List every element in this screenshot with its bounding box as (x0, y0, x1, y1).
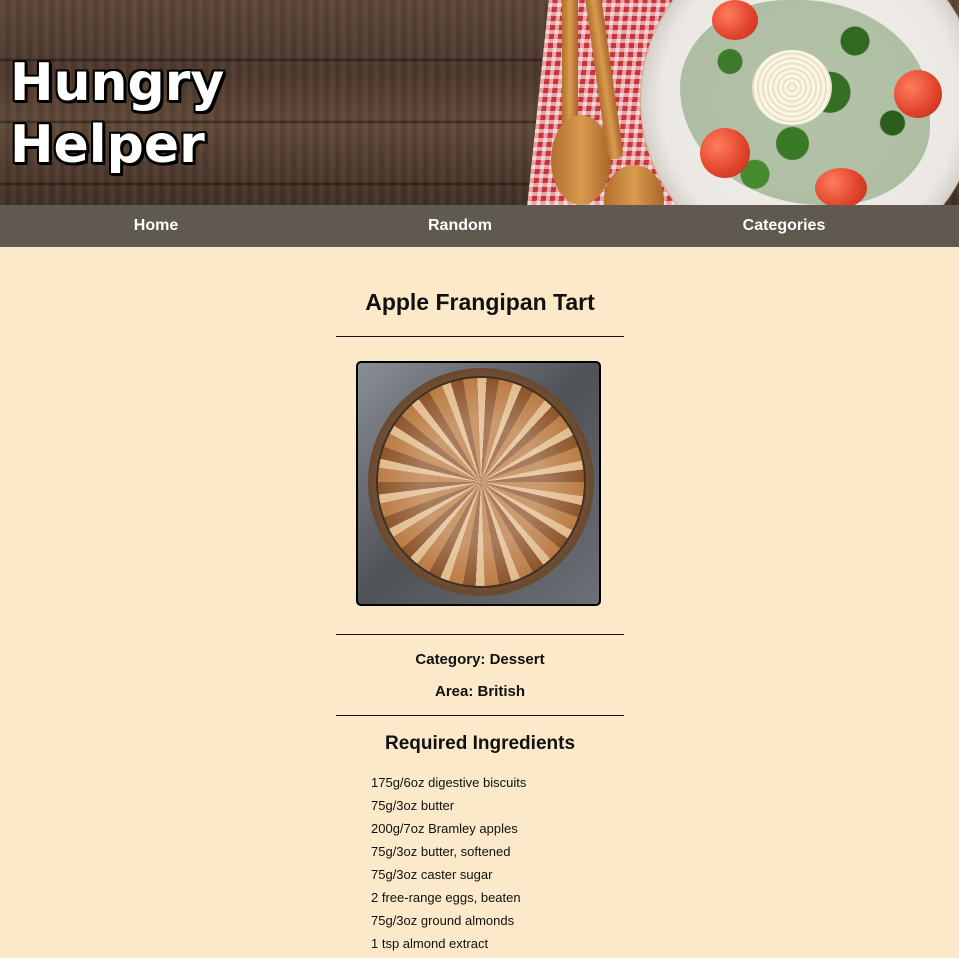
ingredient-item: 200g/7oz Bramley apples (371, 821, 518, 836)
ingredient-item: 75g/3oz butter, softened (371, 844, 511, 859)
ingredient-item: 75g/3oz caster sugar (371, 867, 493, 882)
wooden-spoon-image (562, 0, 578, 130)
nav-categories-link[interactable]: Categories (743, 205, 826, 247)
ingredient-item: 2 free-range eggs, beaten (371, 890, 521, 905)
recipe-photo (356, 361, 601, 606)
ingredient-item: 75g/3oz ground almonds (371, 913, 515, 928)
ingredients-heading: Required Ingredients (384, 733, 576, 754)
nav-home-link[interactable]: Home (134, 205, 178, 247)
tomato-image (894, 70, 942, 118)
recipe-area: Area: British (434, 683, 526, 700)
main-content: Apple Frangipan Tart Category: Dessert A… (0, 247, 959, 951)
cheese-image (752, 50, 832, 125)
sugar-dusting-overlay (368, 368, 594, 596)
nav-random-link[interactable]: Random (428, 205, 492, 247)
tomato-image (815, 168, 867, 205)
site-logo-line-1: Hungry (10, 53, 225, 113)
divider (336, 634, 624, 635)
divider (336, 336, 624, 337)
wooden-spoon-bowl-image (551, 115, 611, 205)
ingredients-list: 175g/6oz digestive biscuits 75g/3oz butt… (371, 774, 526, 958)
tomato-image (700, 128, 750, 178)
hero-header: Hungry Helper (0, 0, 959, 205)
recipe-category: Category: Dessert (415, 651, 545, 668)
site-logo-line-2: Helper (10, 115, 205, 175)
divider (336, 715, 624, 716)
ingredient-item: 175g/6oz digestive biscuits (371, 775, 527, 790)
tomato-image (712, 0, 758, 40)
ingredient-item: 75g/3oz butter (371, 798, 455, 813)
site-logo[interactable]: Hungry Helper (10, 52, 224, 176)
recipe-title: Apple Frangipan Tart (365, 289, 595, 315)
main-navigation: Home Random Categories (0, 205, 959, 247)
